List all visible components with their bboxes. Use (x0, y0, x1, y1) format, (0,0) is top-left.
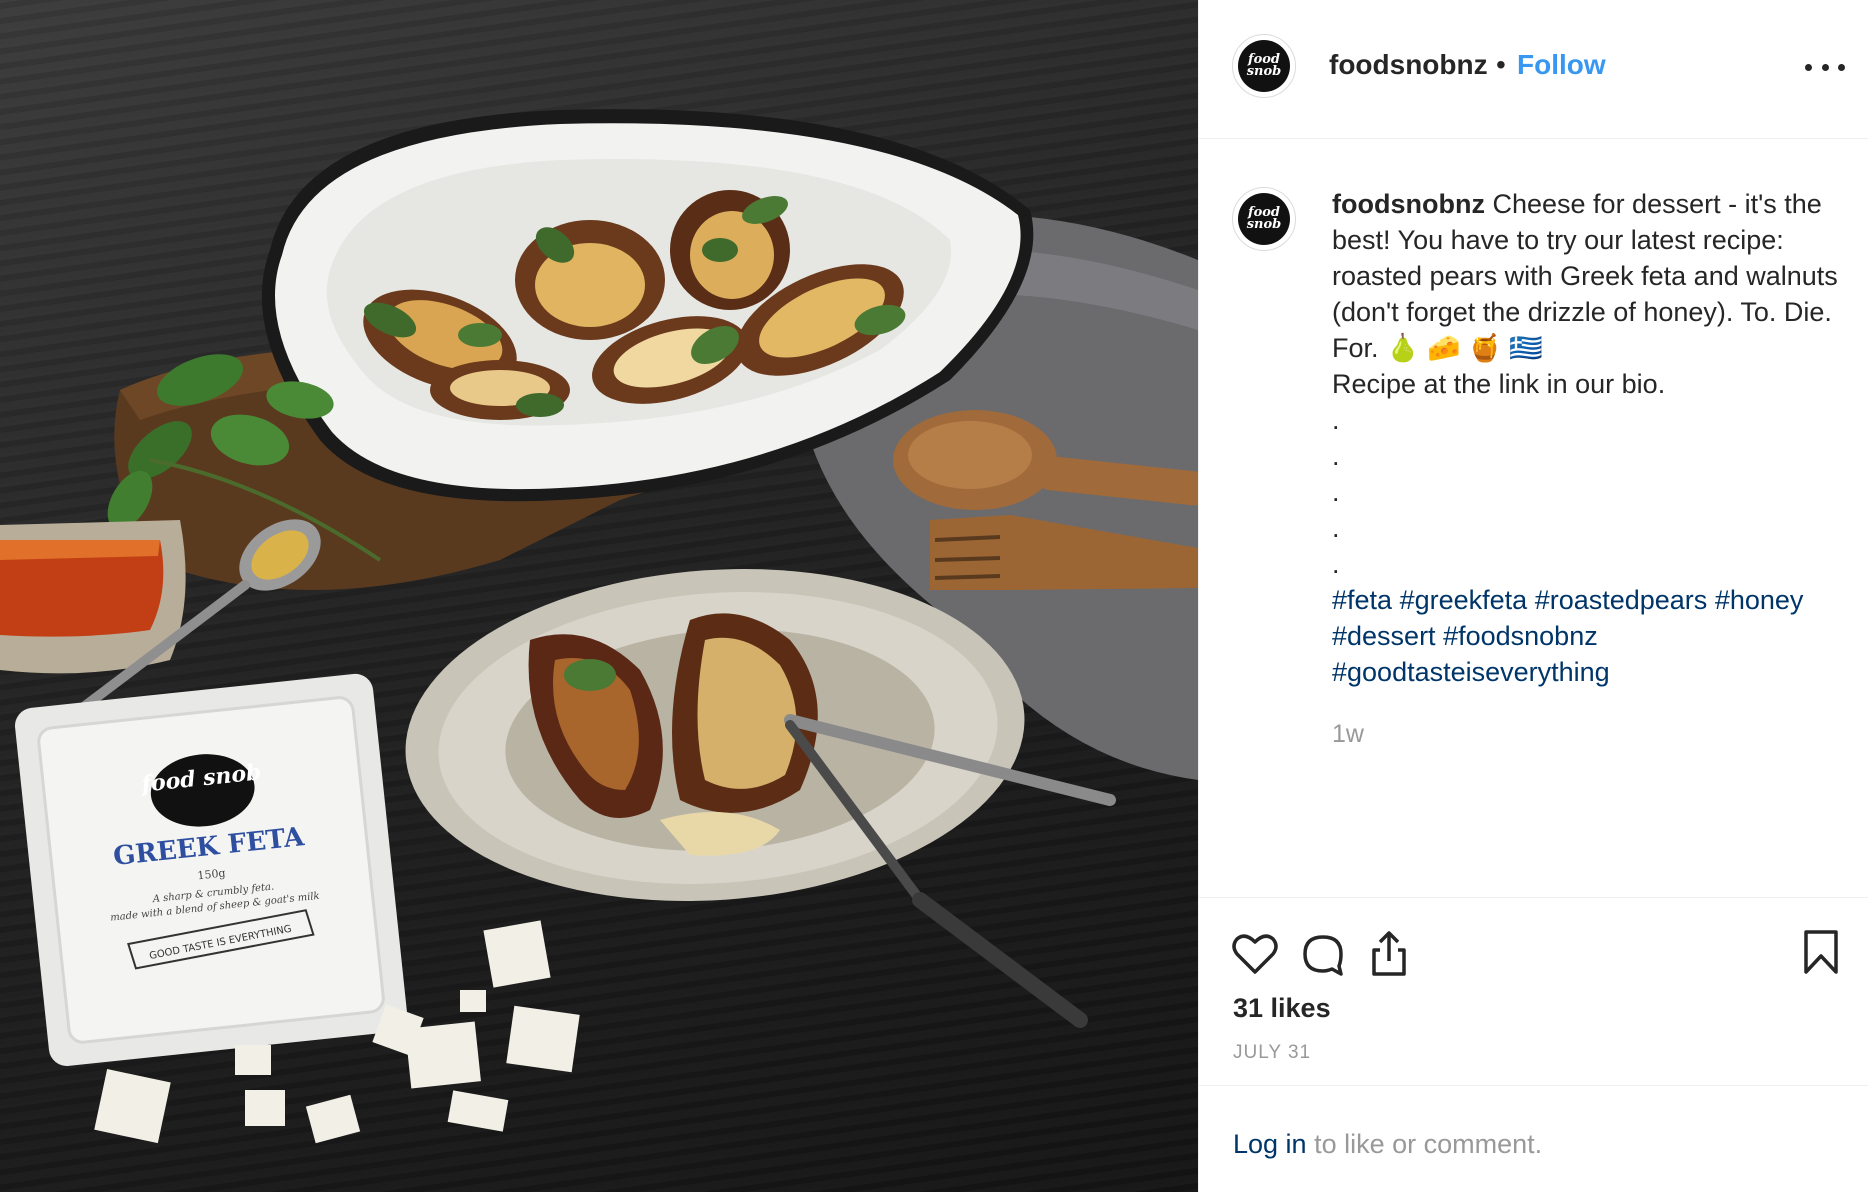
caption-line2: Recipe at the link in our bio. (1332, 369, 1666, 399)
caption-dot: . (1332, 405, 1340, 435)
caption-dot: . (1332, 513, 1340, 543)
login-prompt: Log in to like or comment. (1199, 1085, 1868, 1192)
post-side-panel: food snob foodsnobnz • Follow food snob … (1198, 0, 1868, 1192)
caption-dot: . (1332, 477, 1340, 507)
caption-avatar-logo: food snob (1238, 193, 1290, 245)
comment-icon[interactable] (1297, 928, 1349, 980)
caption-dot: . (1332, 441, 1340, 471)
header-separator: • (1496, 49, 1506, 80)
hashtag-link[interactable]: #honey (1715, 585, 1804, 615)
caption-dot: . (1332, 549, 1340, 579)
food-scene-illustration: food snob GREEK FETA 150g A sharp & crum… (0, 109, 1198, 1144)
avatar-logo: food snob (1238, 40, 1290, 92)
more-options-icon[interactable] (1805, 52, 1845, 82)
time-ago[interactable]: 1w (1332, 720, 1364, 749)
login-prompt-text: Log in to like or comment. (1233, 1129, 1542, 1160)
follow-button[interactable]: Follow (1517, 49, 1606, 81)
hashtags: #feta #greekfeta #roastedpears #honey #d… (1332, 582, 1842, 690)
hashtag-link[interactable]: #feta (1332, 585, 1392, 615)
hashtag-link[interactable]: #roastedpears (1535, 585, 1708, 615)
header-username[interactable]: foodsnobnz (1329, 49, 1488, 81)
login-link[interactable]: Log in (1233, 1129, 1307, 1159)
caption-avatar[interactable]: food snob (1232, 187, 1296, 251)
avatar[interactable]: food snob (1232, 34, 1296, 98)
caption-text: foodsnobnz Cheese for dessert - it's the… (1332, 186, 1842, 690)
hashtag-link[interactable]: #foodsnobnz (1443, 621, 1598, 651)
post-photo[interactable]: food snob GREEK FETA 150g A sharp & crum… (0, 0, 1198, 1192)
post-date: JULY 31 (1233, 1042, 1312, 1063)
post-header: food snob foodsnobnz • Follow (1199, 0, 1868, 139)
hashtag-link[interactable]: #dessert (1332, 621, 1436, 651)
hashtag-link[interactable]: #greekfeta (1400, 585, 1528, 615)
likes-count[interactable]: 31 likes (1233, 993, 1331, 1024)
share-icon[interactable] (1363, 928, 1415, 980)
action-bar: 31 likes JULY 31 (1199, 897, 1868, 1085)
greek-feta-package: food snob GREEK FETA 150g A sharp & crum… (14, 673, 408, 1066)
bookmark-icon[interactable] (1795, 926, 1847, 978)
caption-username[interactable]: foodsnobnz (1332, 189, 1485, 219)
caption-section: food snob foodsnobnz Cheese for dessert … (1199, 140, 1868, 896)
heart-icon[interactable] (1229, 928, 1281, 980)
login-rest-text: to like or comment. (1306, 1129, 1543, 1159)
hashtag-link[interactable]: #goodtasteiseverything (1332, 657, 1610, 687)
